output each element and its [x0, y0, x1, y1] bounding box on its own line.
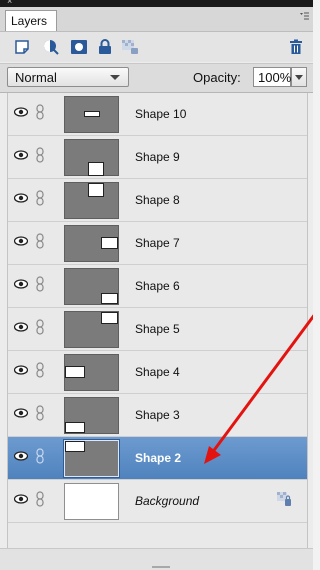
shape-preview — [84, 111, 100, 117]
eye-icon[interactable] — [14, 365, 28, 375]
shape-preview — [88, 162, 104, 176]
layer-name: Shape 3 — [135, 408, 180, 422]
layers-list: Shape 10 Shape 9 Shape 8 Shape 7 Shape 6… — [7, 93, 308, 548]
panel-title-bar: × — [0, 0, 313, 7]
shape-preview — [88, 183, 104, 197]
close-panel-icon[interactable]: × — [7, 0, 12, 6]
layer-thumbnail — [64, 96, 119, 133]
tab-bar: Layers — [0, 7, 313, 32]
shape-preview — [101, 293, 118, 304]
trash-icon[interactable] — [287, 38, 305, 56]
layer-row[interactable]: Shape 10 — [8, 93, 307, 136]
layer-name: Shape 5 — [135, 322, 180, 336]
layer-row[interactable]: Shape 8 — [8, 179, 307, 222]
lock-transparency-icon[interactable] — [276, 491, 292, 507]
layer-name: Background — [135, 494, 200, 508]
layer-thumbnail — [64, 483, 119, 520]
link-icon[interactable] — [35, 491, 45, 507]
layer-name: Shape 6 — [135, 279, 180, 293]
eye-icon[interactable] — [14, 451, 28, 461]
chevron-down-icon — [295, 75, 303, 80]
eye-icon[interactable] — [14, 408, 28, 418]
layer-thumbnail — [64, 268, 119, 305]
tab-layers[interactable]: Layers — [5, 10, 57, 31]
layer-thumbnail — [64, 225, 119, 262]
blend-mode-dropdown[interactable]: Normal — [7, 67, 129, 87]
layer-row[interactable]: Shape 9 — [8, 136, 307, 179]
layer-name: Shape 2 — [135, 451, 182, 465]
layer-thumbnail — [64, 397, 119, 434]
shape-preview — [65, 366, 85, 378]
panel-menu-icon[interactable] — [299, 11, 309, 24]
layer-name: Shape 7 — [135, 236, 180, 250]
layer-name: Shape 8 — [135, 193, 180, 207]
layer-thumbnail — [64, 354, 119, 391]
eye-icon[interactable] — [14, 236, 28, 246]
lock-all-icon[interactable] — [96, 38, 114, 56]
resize-grip[interactable] — [152, 566, 170, 568]
link-icon[interactable] — [35, 319, 45, 335]
layer-row[interactable]: Shape 4 — [8, 351, 307, 394]
new-layer-icon[interactable] — [13, 38, 31, 56]
shape-preview — [65, 422, 85, 433]
opacity-dropdown-button[interactable] — [291, 67, 307, 87]
layer-thumbnail — [64, 139, 119, 176]
lock-transparency-icon[interactable] — [121, 38, 139, 56]
shape-preview — [65, 441, 85, 452]
blend-mode-value: Normal — [15, 70, 57, 85]
layer-row[interactable]: Shape 3 — [8, 394, 307, 437]
layer-row[interactable]: Shape 5 — [8, 308, 307, 351]
eye-icon[interactable] — [14, 107, 28, 117]
opacity-input[interactable]: 100% — [253, 67, 291, 87]
opacity-label: Opacity: — [193, 70, 241, 85]
layers-panel: × Layers Normal Opacity: 100% Shape 10 S… — [0, 0, 313, 570]
link-icon[interactable] — [35, 276, 45, 292]
eye-icon[interactable] — [14, 193, 28, 203]
layer-row[interactable]: Background — [8, 480, 307, 523]
layers-toolbar — [0, 32, 313, 62]
link-icon[interactable] — [35, 405, 45, 421]
eye-icon[interactable] — [14, 279, 28, 289]
adjustment-layer-icon[interactable] — [42, 38, 60, 56]
eye-icon[interactable] — [14, 322, 28, 332]
link-icon[interactable] — [35, 448, 45, 464]
layer-row[interactable]: Shape 7 — [8, 222, 307, 265]
shape-preview — [101, 237, 118, 249]
panel-bottom-strip — [0, 548, 313, 570]
link-icon[interactable] — [35, 104, 45, 120]
eye-icon[interactable] — [14, 494, 28, 504]
link-icon[interactable] — [35, 147, 45, 163]
layer-row-selected[interactable]: Shape 2 — [8, 437, 307, 480]
layer-thumbnail — [64, 182, 119, 219]
link-icon[interactable] — [35, 362, 45, 378]
chevron-down-icon — [110, 75, 120, 80]
blend-options-row: Normal Opacity: 100% — [0, 63, 313, 93]
layer-thumbnail — [63, 439, 120, 478]
shape-preview — [101, 312, 118, 324]
layer-row[interactable]: Shape 6 — [8, 265, 307, 308]
layer-thumbnail — [64, 311, 119, 348]
layer-name: Shape 10 — [135, 107, 187, 121]
link-icon[interactable] — [35, 233, 45, 249]
layer-name: Shape 4 — [135, 365, 180, 379]
layer-name: Shape 9 — [135, 150, 180, 164]
layer-mask-icon[interactable] — [70, 38, 88, 56]
link-icon[interactable] — [35, 190, 45, 206]
eye-icon[interactable] — [14, 150, 28, 160]
